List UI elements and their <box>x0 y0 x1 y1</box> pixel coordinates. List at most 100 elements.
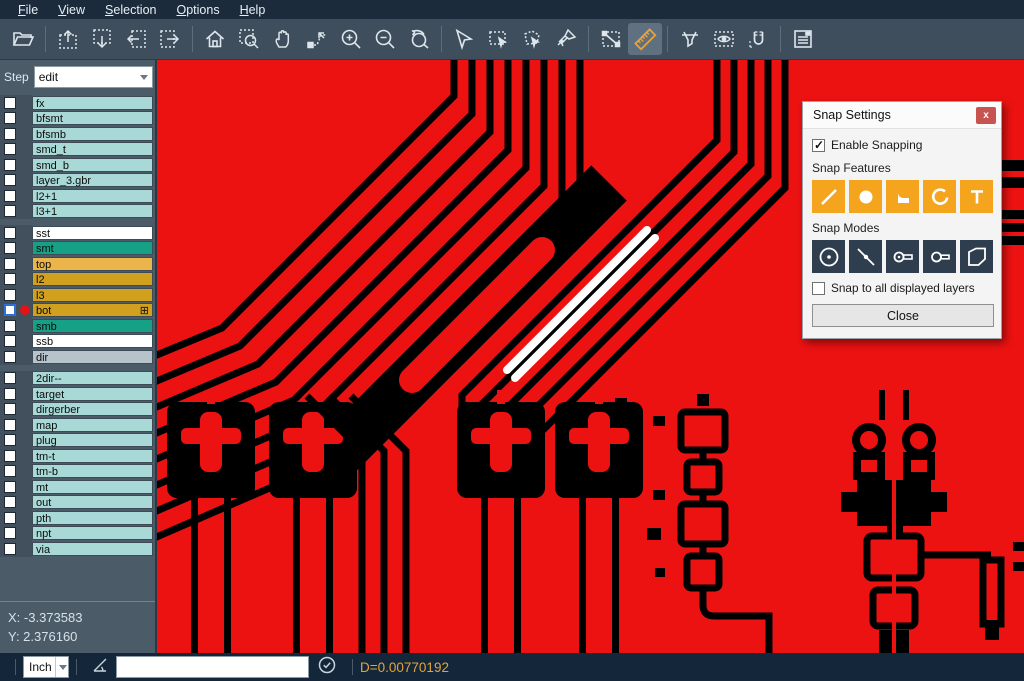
clean-brush-button[interactable] <box>549 23 583 55</box>
layer-visibility-checkbox[interactable] <box>4 335 16 347</box>
open-folder-button[interactable] <box>6 23 40 55</box>
layer-visibility-checkbox[interactable] <box>4 112 16 124</box>
layer-visibility-checkbox[interactable] <box>4 320 16 332</box>
layer-visibility-checkbox[interactable] <box>4 543 16 555</box>
layer-label[interactable]: smb <box>32 319 153 333</box>
layer-label[interactable]: ssb <box>32 334 153 348</box>
import-top-button[interactable] <box>51 23 85 55</box>
layer-label[interactable]: fx <box>32 96 153 110</box>
layer-label[interactable]: out <box>32 495 153 509</box>
layer-visibility-checkbox[interactable] <box>4 242 16 254</box>
zoom-in-button[interactable] <box>334 23 368 55</box>
snap-feature-pad-button[interactable] <box>886 180 919 213</box>
layer-visibility-checkbox[interactable] <box>4 512 16 524</box>
zoom-region-button[interactable] <box>232 23 266 55</box>
layer-label[interactable]: smt <box>32 241 153 255</box>
snap-mode-center-button[interactable] <box>812 240 845 273</box>
command-input[interactable] <box>116 656 309 678</box>
dialog-close-icon[interactable]: x <box>976 107 996 124</box>
snap-mode-polygon-button[interactable] <box>960 240 993 273</box>
menu-view[interactable]: View <box>48 2 95 18</box>
layer-label[interactable]: tm-b <box>32 464 153 478</box>
layer-label[interactable]: mt <box>32 480 153 494</box>
polygon-select-button[interactable] <box>515 23 549 55</box>
measure-line-button[interactable] <box>594 23 628 55</box>
layer-visibility-checkbox[interactable] <box>4 527 16 539</box>
snap-feature-line-button[interactable] <box>812 180 845 213</box>
layer-visibility-checkbox[interactable] <box>4 403 16 415</box>
snap-feature-arc-button[interactable] <box>923 180 956 213</box>
layer-visibility-checkbox[interactable] <box>4 205 16 217</box>
view-options-button[interactable] <box>707 23 741 55</box>
layer-visibility-checkbox[interactable] <box>4 159 16 171</box>
dialog-close-button[interactable]: Close <box>812 304 994 327</box>
snap-feature-text-button[interactable] <box>960 180 993 213</box>
snap-mode-slot-left-button[interactable] <box>886 240 919 273</box>
pan-button[interactable] <box>266 23 300 55</box>
snap-mode-line-point-button[interactable] <box>849 240 882 273</box>
layer-visibility-checkbox[interactable] <box>4 143 16 155</box>
layer-label[interactable]: bfsmb <box>32 127 153 141</box>
menu-help[interactable]: Help <box>230 2 276 18</box>
import-bottom-button[interactable] <box>85 23 119 55</box>
layer-label[interactable]: smd_t <box>32 142 153 156</box>
layer-label[interactable]: tm-t <box>32 449 153 463</box>
layer-label[interactable]: dir <box>32 350 153 364</box>
layer-visibility-checkbox[interactable] <box>4 450 16 462</box>
layer-label[interactable]: bot⊞ <box>32 303 153 317</box>
layer-label[interactable]: plug <box>32 433 153 447</box>
zoom-out-button[interactable] <box>368 23 402 55</box>
menu-selection[interactable]: Selection <box>95 2 166 18</box>
snap-magnet-button[interactable] <box>741 23 775 55</box>
import-left-button[interactable] <box>119 23 153 55</box>
layer-visibility-checkbox[interactable] <box>4 372 16 384</box>
dialog-titlebar[interactable]: Snap Settings x <box>803 102 1001 129</box>
layer-visibility-checkbox[interactable] <box>4 97 16 109</box>
step-select[interactable]: edit <box>34 66 153 88</box>
home-view-button[interactable] <box>198 23 232 55</box>
layer-visibility-checkbox[interactable] <box>4 304 16 316</box>
layer-label[interactable]: dirgerber <box>32 402 153 416</box>
layer-visibility-checkbox[interactable] <box>4 496 16 508</box>
menu-file[interactable]: File <box>8 2 48 18</box>
enable-snapping-checkbox[interactable] <box>812 139 825 152</box>
unit-select[interactable]: Inch <box>23 656 69 678</box>
layer-label[interactable]: npt <box>32 526 153 540</box>
rectangle-select-button[interactable] <box>481 23 515 55</box>
layer-visibility-checkbox[interactable] <box>4 174 16 186</box>
snap-all-layers-checkbox[interactable] <box>812 282 825 295</box>
move-vertex-button[interactable] <box>300 23 334 55</box>
ruler-button[interactable] <box>628 23 662 55</box>
layer-label[interactable]: l3+1 <box>32 204 153 218</box>
apply-check-icon[interactable] <box>317 655 337 680</box>
layer-label[interactable]: via <box>32 542 153 556</box>
pointer-select-button[interactable] <box>447 23 481 55</box>
layer-visibility-checkbox[interactable] <box>4 351 16 363</box>
filter-button[interactable] <box>673 23 707 55</box>
layer-visibility-checkbox[interactable] <box>4 419 16 431</box>
layer-label[interactable]: smd_b <box>32 158 153 172</box>
snap-feature-circle-button[interactable] <box>849 180 882 213</box>
zoom-previous-button[interactable] <box>402 23 436 55</box>
layer-label[interactable]: layer_3.gbr <box>32 173 153 187</box>
properties-panel-button[interactable] <box>786 23 820 55</box>
layer-visibility-checkbox[interactable] <box>4 190 16 202</box>
layer-label[interactable]: map <box>32 418 153 432</box>
layer-label[interactable]: l2+1 <box>32 189 153 203</box>
layer-label[interactable]: bfsmt <box>32 111 153 125</box>
layer-label[interactable]: l2 <box>32 272 153 286</box>
import-right-button[interactable] <box>153 23 187 55</box>
layer-visibility-checkbox[interactable] <box>4 434 16 446</box>
layer-visibility-checkbox[interactable] <box>4 481 16 493</box>
layer-label[interactable]: sst <box>32 226 153 240</box>
layer-visibility-checkbox[interactable] <box>4 128 16 140</box>
layer-label[interactable]: pth <box>32 511 153 525</box>
layer-visibility-checkbox[interactable] <box>4 258 16 270</box>
layer-label[interactable]: 2dir-- <box>32 371 153 385</box>
pcb-canvas[interactable]: Snap Settings x Enable Snapping Snap Fea… <box>157 60 1024 653</box>
layer-visibility-checkbox[interactable] <box>4 273 16 285</box>
layer-label[interactable]: top <box>32 257 153 271</box>
layer-visibility-checkbox[interactable] <box>4 227 16 239</box>
layer-visibility-checkbox[interactable] <box>4 388 16 400</box>
angle-measure-icon[interactable] <box>90 655 110 680</box>
